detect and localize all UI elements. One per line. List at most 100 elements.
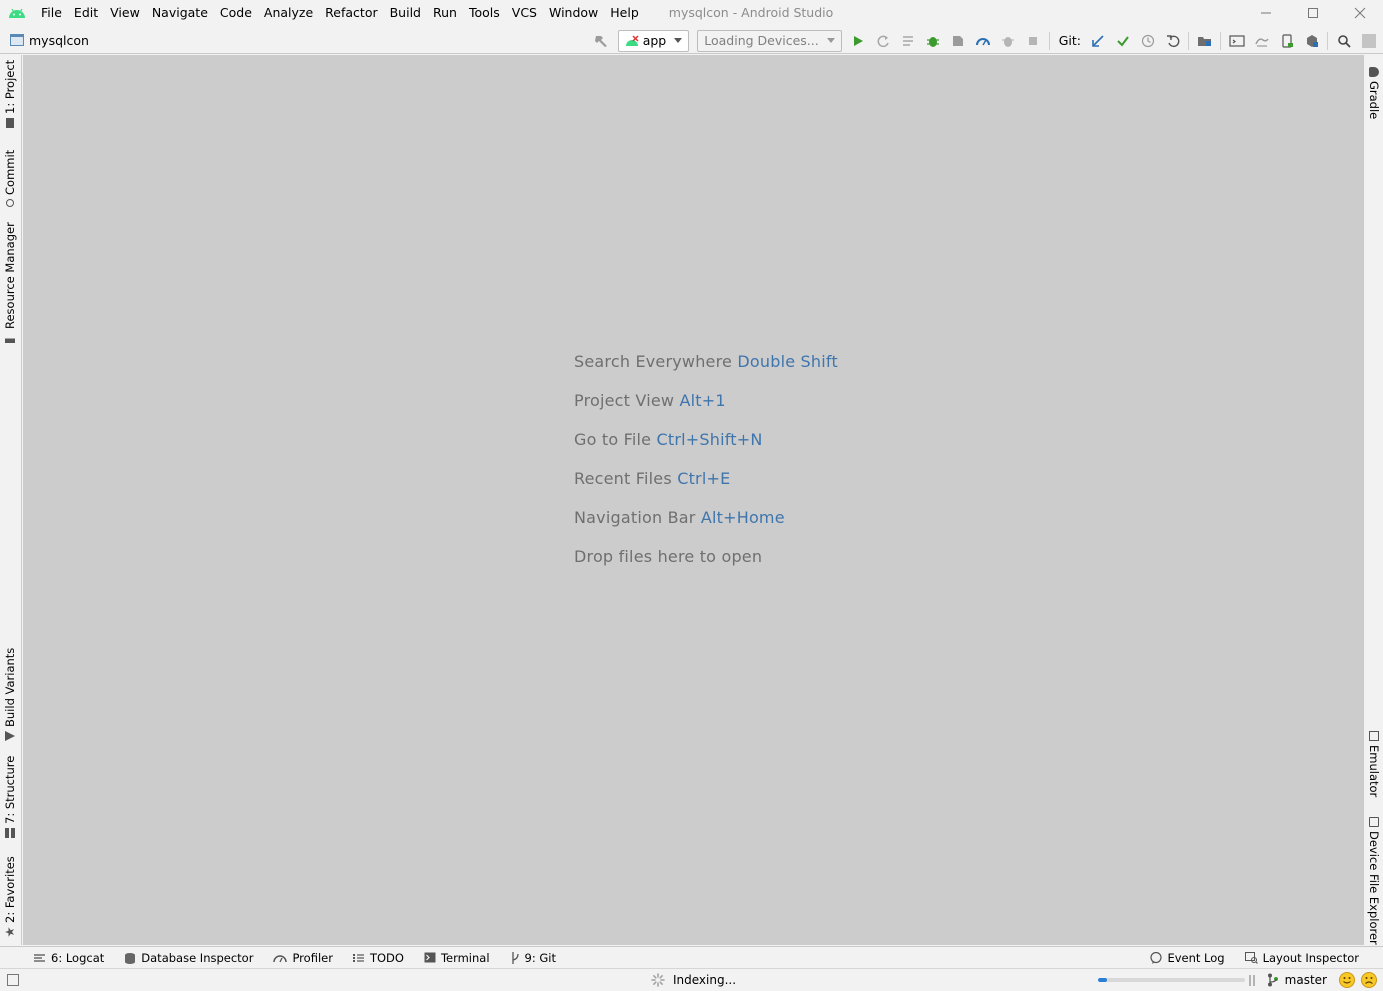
menu-view[interactable]: View <box>104 0 146 25</box>
tab-event-log[interactable]: Event Log <box>1146 951 1228 965</box>
todo-list-icon <box>352 953 364 962</box>
tab-project[interactable]: 1: Project <box>3 60 17 128</box>
menu-edit[interactable]: Edit <box>68 0 104 25</box>
device-select[interactable]: Loading Devices... <box>697 29 842 52</box>
run-anything-button[interactable] <box>1224 28 1249 53</box>
avatar-icon <box>1361 33 1376 48</box>
menu-build[interactable]: Build <box>384 0 427 25</box>
feedback-happy-icon[interactable] <box>1339 972 1355 988</box>
run-config-label: app <box>642 33 667 48</box>
feedback-sad-icon[interactable] <box>1361 972 1377 988</box>
git-update-button[interactable] <box>1085 28 1110 53</box>
tab-structure[interactable]: 7: Structure <box>3 756 17 838</box>
hint-shortcut: Alt+1 <box>679 391 726 410</box>
tab-gradle[interactable]: Gradle <box>1367 67 1381 119</box>
close-window-button[interactable] <box>1336 0 1383 25</box>
toggle-tool-windows-icon[interactable] <box>7 974 19 986</box>
tab-emulator[interactable]: Emulator <box>1367 731 1381 797</box>
gradle-sync-icon <box>1254 37 1269 47</box>
logcat-icon <box>34 953 45 962</box>
tab-logcat-label: 6: Logcat <box>51 950 105 965</box>
sync-gradle-button[interactable] <box>1249 28 1274 53</box>
menu-tools[interactable]: Tools <box>463 0 506 25</box>
minimize-button[interactable] <box>1242 0 1289 25</box>
build-hammer-button[interactable] <box>589 28 614 53</box>
tab-device-file-explorer-label: Device File Explorer <box>1367 831 1381 945</box>
run-with-coverage-button[interactable] <box>946 28 971 53</box>
chevron-down-icon <box>674 38 683 43</box>
menu-help[interactable]: Help <box>604 0 645 25</box>
tab-event-log-label: Event Log <box>1167 951 1225 965</box>
git-branch-label[interactable]: master <box>1285 973 1327 987</box>
left-tool-stripe: 1: Project Commit Resource Manager Build… <box>0 55 22 945</box>
window-title: mysqlcon - Android Studio <box>668 5 834 20</box>
terminal-window-icon <box>1228 34 1245 47</box>
menu-run[interactable]: Run <box>427 0 463 25</box>
coverage-icon <box>953 35 964 46</box>
tab-structure-label: 7: Structure <box>3 755 17 824</box>
breadcrumb[interactable]: mysqlcon <box>10 33 89 48</box>
tab-favorites[interactable]: 2: Favorites <box>3 856 17 937</box>
apply-code-icon <box>903 35 914 46</box>
tab-emulator-label: Emulator <box>1367 745 1381 798</box>
device-icon <box>1369 817 1379 827</box>
minimize-icon <box>1260 12 1271 13</box>
menu-navigate[interactable]: Navigate <box>146 0 214 25</box>
git-history-button[interactable] <box>1135 28 1160 53</box>
tab-layout-inspector[interactable]: Layout Inspector <box>1241 951 1363 965</box>
tab-resource-manager-label: Resource Manager <box>3 222 17 329</box>
menu-file[interactable]: File <box>35 0 68 25</box>
menu-vcs[interactable]: VCS <box>506 0 543 25</box>
checkmark-icon <box>1116 35 1129 47</box>
menu-code[interactable]: Code <box>214 0 258 25</box>
hint-navigation-bar: Navigation Bar Alt+Home <box>574 508 785 527</box>
tab-project-label: 1: Project <box>3 59 17 114</box>
run-config-select[interactable]: app <box>617 29 690 52</box>
maximize-icon <box>1307 7 1318 18</box>
profile-button[interactable] <box>971 28 996 53</box>
apply-changes-restart-button[interactable] <box>871 28 896 53</box>
tab-logcat[interactable]: 6: Logcat <box>30 951 108 965</box>
tab-todo[interactable]: TODO <box>349 951 408 965</box>
apply-code-changes-button[interactable] <box>896 28 921 53</box>
sdk-manager-button[interactable] <box>1299 28 1324 53</box>
tab-resource-manager[interactable]: Resource Manager <box>3 222 17 343</box>
breadcrumb-project[interactable]: mysqlcon <box>29 33 89 48</box>
tab-git[interactable]: 9: Git <box>506 951 560 965</box>
search-everywhere-button[interactable] <box>1331 28 1356 53</box>
tab-terminal[interactable]: Terminal <box>420 951 494 965</box>
git-rollback-button[interactable] <box>1160 28 1185 53</box>
tab-database-inspector-label: Database Inspector <box>141 950 254 965</box>
debug-button[interactable] <box>921 28 946 53</box>
background-task[interactable]: Indexing... <box>651 969 736 991</box>
user-avatar-button[interactable] <box>1356 28 1381 53</box>
maximize-button[interactable] <box>1289 0 1336 25</box>
android-config-icon <box>625 34 639 46</box>
project-structure-button[interactable] <box>1192 28 1217 53</box>
folder-icon <box>6 118 14 128</box>
run-icon <box>854 35 864 46</box>
pause-icon[interactable] <box>1248 974 1255 986</box>
menu-analyze[interactable]: Analyze <box>258 0 319 25</box>
hint-go-to-file: Go to File Ctrl+Shift+N <box>574 430 763 449</box>
tab-gradle-label: Gradle <box>1367 81 1381 120</box>
avd-manager-button[interactable] <box>1274 28 1299 53</box>
tab-profiler[interactable]: Profiler <box>269 951 337 965</box>
attach-debugger-button[interactable] <box>996 28 1021 53</box>
tab-database-inspector[interactable]: Database Inspector <box>120 951 257 965</box>
bottom-tool-stripe: 6: Logcat Database Inspector Profiler TO… <box>0 946 1383 968</box>
tab-commit-label: Commit <box>3 149 17 195</box>
tab-commit[interactable]: Commit <box>3 150 17 207</box>
git-commit-button[interactable] <box>1110 28 1135 53</box>
tab-build-variants[interactable]: Build Variants <box>3 648 17 741</box>
run-button[interactable] <box>846 28 871 53</box>
menu-window[interactable]: Window <box>543 0 604 25</box>
project-structure-icon <box>1197 36 1211 46</box>
menu-refactor[interactable]: Refactor <box>319 0 383 25</box>
toolbar-separator <box>1327 31 1328 50</box>
chevron-down-icon <box>826 38 835 43</box>
tab-device-file-explorer[interactable]: Device File Explorer <box>1367 817 1381 945</box>
terminal-icon <box>424 952 436 963</box>
editor-empty-area[interactable]: Search Everywhere Double Shift Project V… <box>23 55 1363 945</box>
stop-button[interactable] <box>1021 28 1046 53</box>
